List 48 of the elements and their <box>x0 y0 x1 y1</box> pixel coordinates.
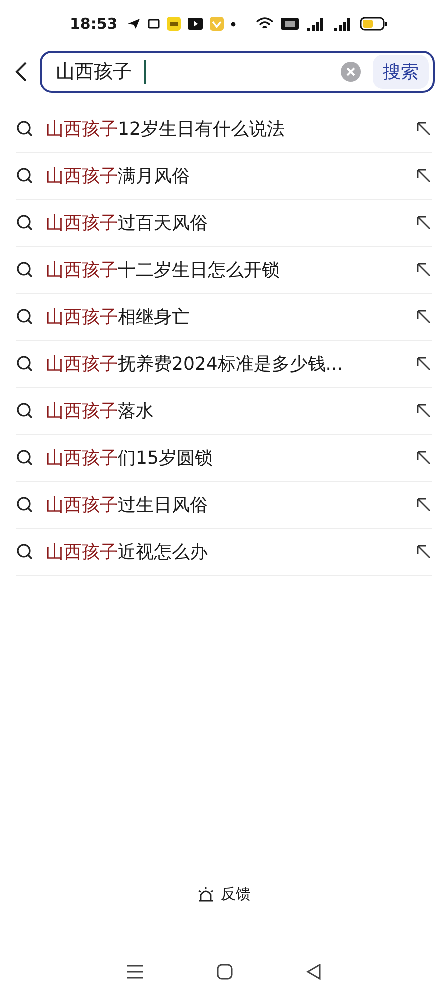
dot-icon <box>230 22 236 26</box>
battery-icon <box>360 17 388 31</box>
suggestion-item[interactable]: 山西孩子过百天风俗 <box>46 211 404 235</box>
search-icon <box>16 167 34 185</box>
app-icon <box>148 18 160 30</box>
search-icon <box>16 402 34 420</box>
paper-plane-icon <box>126 18 141 30</box>
app-icon <box>166 17 181 31</box>
suggestion-item[interactable]: 山西孩子12岁生日有什么说法 <box>46 117 404 141</box>
arrow-icon[interactable] <box>416 309 432 325</box>
search-icon <box>16 214 34 232</box>
arrow-icon[interactable] <box>416 403 432 419</box>
menu-icon[interactable] <box>126 964 144 980</box>
search-icon <box>16 543 34 561</box>
signal-icon <box>333 17 353 31</box>
suggestion-item[interactable]: 山西孩子十二岁生日怎么开锁 <box>46 258 404 282</box>
arrow-icon[interactable] <box>416 450 432 466</box>
suggestion-item[interactable]: 山西孩子满月风俗 <box>46 164 404 188</box>
suggestion-item[interactable]: 山西孩子们15岁圆锁 <box>46 446 404 470</box>
arrow-icon[interactable] <box>416 168 432 184</box>
hd-icon <box>281 18 299 30</box>
search-icon <box>16 308 34 326</box>
suggestion-item[interactable]: 山西孩子近视怎么办 <box>46 540 404 564</box>
search-icon <box>16 496 34 514</box>
wifi-icon <box>256 17 274 31</box>
arrow-icon[interactable] <box>416 121 432 137</box>
search-field[interactable]: 山西孩子 搜索 <box>40 51 435 93</box>
feedback-link[interactable]: 反馈 <box>221 885 251 904</box>
video-icon <box>188 18 203 30</box>
suggestion-item[interactable]: 山西孩子落水 <box>46 399 404 423</box>
arrow-icon[interactable] <box>416 497 432 513</box>
status-time: 18:53 <box>70 15 118 33</box>
siren-icon[interactable] <box>197 886 215 904</box>
suggestion-item[interactable]: 山西孩子过生日风俗 <box>46 493 404 517</box>
search-icon <box>16 120 34 138</box>
arrow-icon[interactable] <box>416 544 432 560</box>
signal-icon <box>306 17 326 31</box>
home-icon[interactable] <box>216 964 233 980</box>
arrow-icon[interactable] <box>416 262 432 278</box>
search-icon <box>16 449 34 467</box>
search-button[interactable]: 搜索 <box>373 55 429 89</box>
suggestion-item[interactable]: 山西孩子相继身亡 <box>46 305 404 329</box>
back-icon[interactable] <box>306 964 322 980</box>
arrow-icon[interactable] <box>416 215 432 231</box>
search-icon <box>16 261 34 279</box>
suggestion-item[interactable]: 山西孩子抚养费2024标准是多少钱... <box>46 352 404 376</box>
search-icon <box>16 355 34 373</box>
arrow-icon[interactable] <box>416 356 432 372</box>
